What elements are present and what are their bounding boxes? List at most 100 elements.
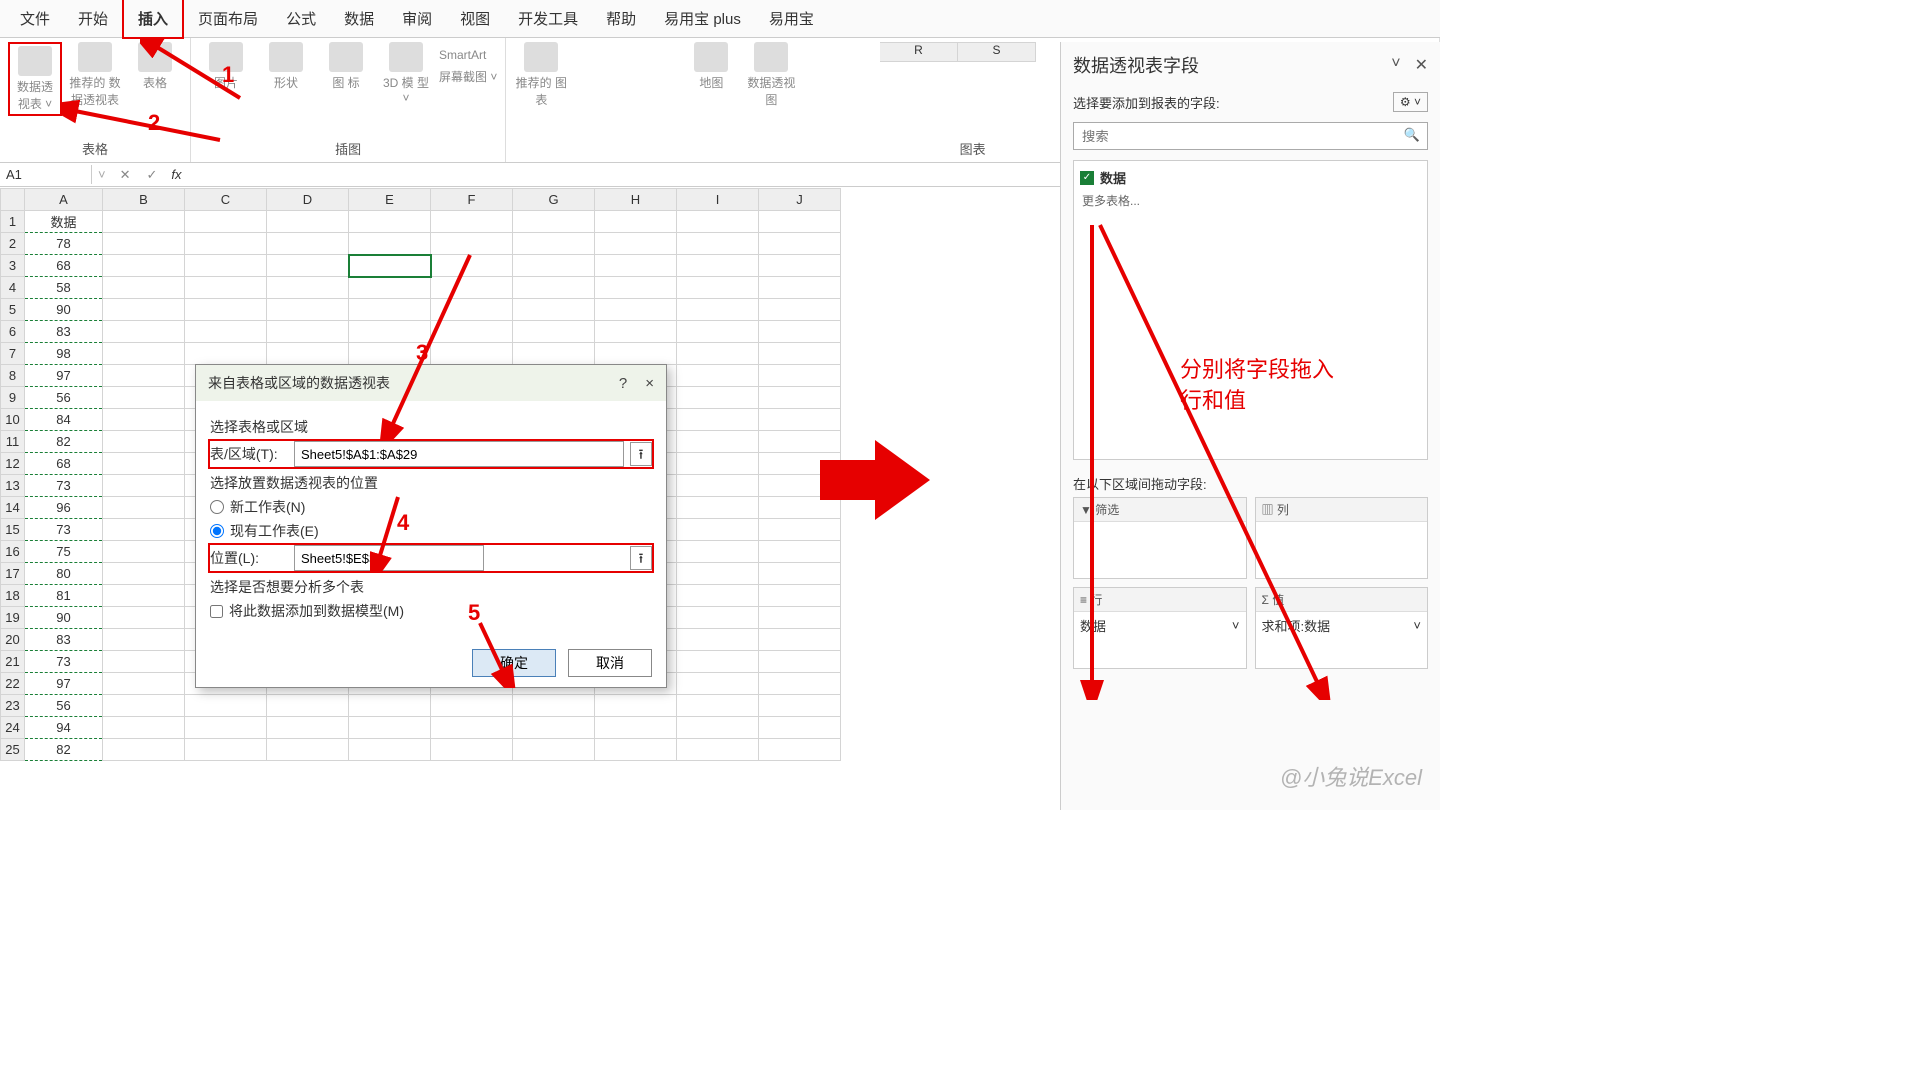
cell[interactable]: [185, 343, 267, 365]
cell[interactable]: [595, 343, 677, 365]
cell[interactable]: [595, 739, 677, 761]
chart-type-icon[interactable]: [646, 42, 678, 70]
cell[interactable]: [513, 255, 595, 277]
cell[interactable]: [349, 211, 431, 233]
cell[interactable]: [595, 211, 677, 233]
row-header[interactable]: 25: [1, 739, 25, 761]
chart-type-icon[interactable]: [610, 74, 642, 102]
cell[interactable]: 68: [25, 453, 103, 475]
cell[interactable]: [185, 321, 267, 343]
cell[interactable]: [103, 607, 185, 629]
cell[interactable]: 97: [25, 365, 103, 387]
cell[interactable]: [759, 321, 841, 343]
cell[interactable]: [267, 211, 349, 233]
pane-close-icon[interactable]: ✕: [1415, 55, 1428, 75]
cancel-button[interactable]: 取消: [568, 649, 652, 677]
cell[interactable]: [677, 497, 759, 519]
tab-view[interactable]: 视图: [446, 0, 504, 37]
cell[interactable]: [513, 211, 595, 233]
cell[interactable]: [759, 409, 841, 431]
row-header[interactable]: 21: [1, 651, 25, 673]
shapes-button[interactable]: 形状: [259, 42, 313, 91]
cell[interactable]: [103, 255, 185, 277]
cell[interactable]: [759, 651, 841, 673]
row-header[interactable]: 1: [1, 211, 25, 233]
tab-home[interactable]: 开始: [64, 0, 122, 37]
cell[interactable]: 73: [25, 475, 103, 497]
cell[interactable]: 数据: [25, 211, 103, 233]
location-input[interactable]: [294, 545, 484, 571]
cell[interactable]: [349, 739, 431, 761]
chart-type-icon[interactable]: [610, 42, 642, 70]
cell[interactable]: [349, 277, 431, 299]
cell[interactable]: [349, 343, 431, 365]
cell[interactable]: [595, 321, 677, 343]
cell[interactable]: [759, 365, 841, 387]
row-header[interactable]: 16: [1, 541, 25, 563]
cell[interactable]: [267, 343, 349, 365]
cell[interactable]: [349, 255, 431, 277]
enter-icon[interactable]: ✓: [139, 167, 166, 183]
pane-dropdown-icon[interactable]: ˅: [1391, 55, 1400, 75]
cell[interactable]: 80: [25, 563, 103, 585]
cell[interactable]: [267, 299, 349, 321]
cell[interactable]: [103, 453, 185, 475]
pivot-table-button[interactable]: 数据透 视表 ˅: [8, 42, 62, 116]
cell[interactable]: [267, 233, 349, 255]
cell[interactable]: [677, 607, 759, 629]
cell[interactable]: [759, 695, 841, 717]
zone-rows[interactable]: ≡ 行 数据˅: [1073, 587, 1247, 669]
row-header[interactable]: 10: [1, 409, 25, 431]
cell[interactable]: [759, 343, 841, 365]
cell[interactable]: [759, 739, 841, 761]
cell[interactable]: [103, 519, 185, 541]
cell[interactable]: [513, 233, 595, 255]
row-header[interactable]: 18: [1, 585, 25, 607]
cell[interactable]: [349, 695, 431, 717]
cell[interactable]: 58: [25, 277, 103, 299]
cell[interactable]: 98: [25, 343, 103, 365]
row-header[interactable]: 15: [1, 519, 25, 541]
recommended-pivot-button[interactable]: 推荐的 数据透视表: [68, 42, 122, 108]
cell[interactable]: [513, 717, 595, 739]
cell[interactable]: [677, 519, 759, 541]
row-header[interactable]: 14: [1, 497, 25, 519]
row-header[interactable]: 8: [1, 365, 25, 387]
cell[interactable]: [677, 585, 759, 607]
cell[interactable]: [595, 717, 677, 739]
cell[interactable]: [677, 541, 759, 563]
col-header-F[interactable]: F: [431, 189, 513, 211]
zone-filter[interactable]: ▼ 筛选: [1073, 497, 1247, 579]
checkbox-checked-icon[interactable]: ✓: [1080, 171, 1094, 185]
cell[interactable]: [185, 739, 267, 761]
cancel-icon[interactable]: ✕: [112, 167, 139, 183]
cell[interactable]: 83: [25, 629, 103, 651]
cell[interactable]: [759, 277, 841, 299]
cell[interactable]: [349, 321, 431, 343]
row-header[interactable]: 13: [1, 475, 25, 497]
cell[interactable]: [595, 277, 677, 299]
map-button[interactable]: 地图: [684, 42, 738, 91]
cell[interactable]: [103, 541, 185, 563]
tab-layout[interactable]: 页面布局: [184, 0, 272, 37]
col-header-J[interactable]: J: [759, 189, 841, 211]
cell[interactable]: [677, 717, 759, 739]
col-header-B[interactable]: B: [103, 189, 185, 211]
icons-button[interactable]: 图 标: [319, 42, 373, 91]
tab-yyb-plus[interactable]: 易用宝 plus: [650, 0, 755, 37]
row-header[interactable]: 6: [1, 321, 25, 343]
zone-values[interactable]: Σ 值 求和项:数据˅: [1255, 587, 1429, 669]
cell[interactable]: [103, 585, 185, 607]
cell[interactable]: 96: [25, 497, 103, 519]
cell[interactable]: [103, 409, 185, 431]
namebox-dropdown-icon[interactable]: ˅: [92, 167, 112, 182]
ok-button[interactable]: 确定: [472, 649, 556, 677]
cell[interactable]: [759, 563, 841, 585]
cell[interactable]: [513, 299, 595, 321]
cell[interactable]: [677, 475, 759, 497]
cell[interactable]: [677, 739, 759, 761]
tab-insert[interactable]: 插入: [122, 0, 184, 39]
cell[interactable]: [595, 299, 677, 321]
cell[interactable]: 83: [25, 321, 103, 343]
cell[interactable]: 82: [25, 431, 103, 453]
